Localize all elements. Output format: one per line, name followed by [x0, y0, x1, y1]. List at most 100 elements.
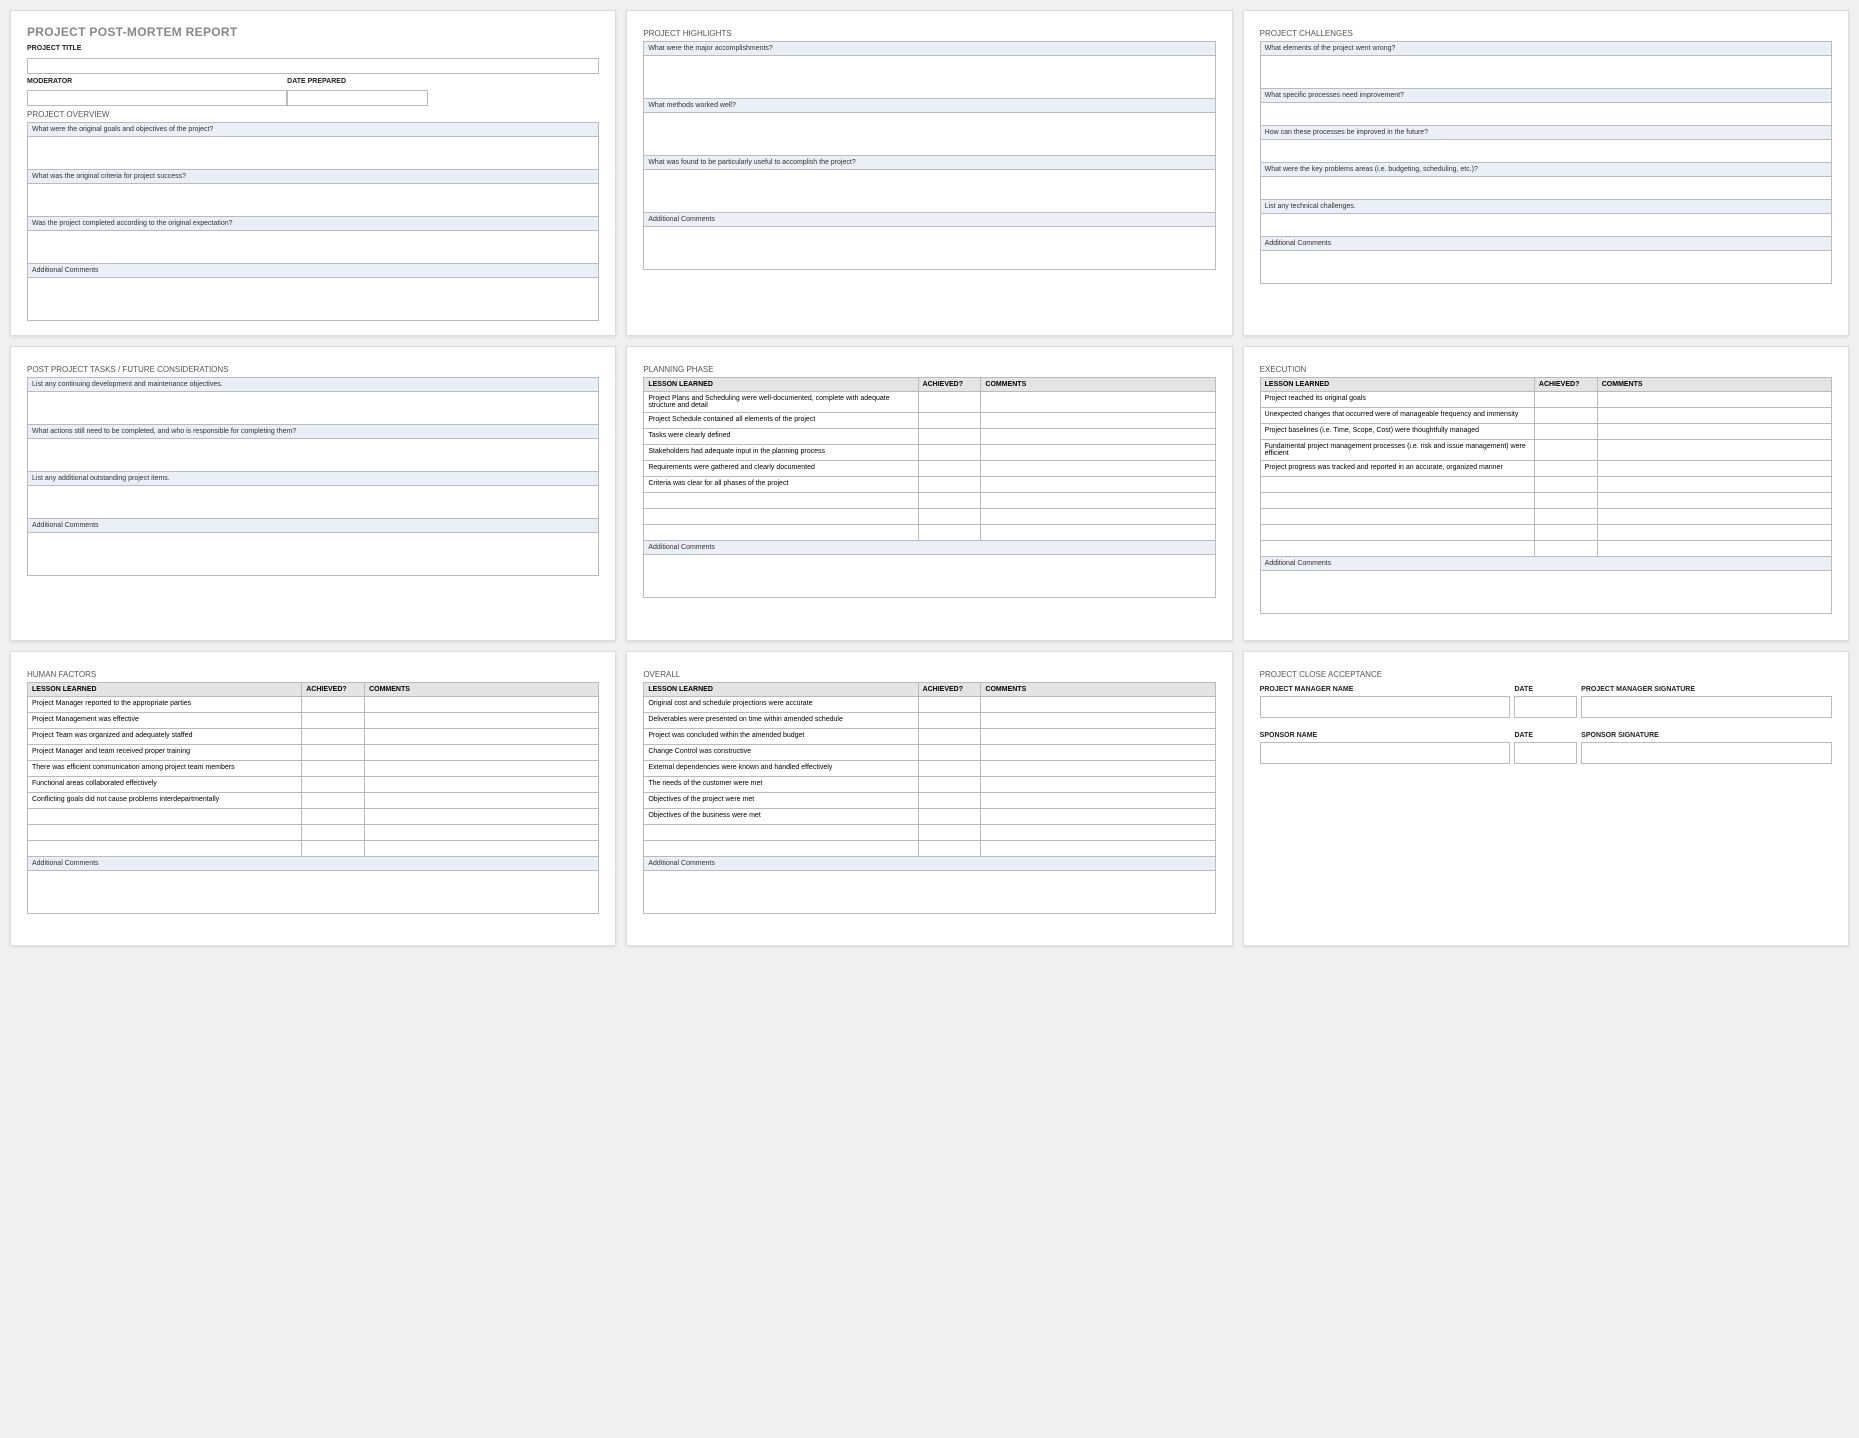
- highlights-a3[interactable]: [644, 170, 1214, 212]
- achieved-cell[interactable]: [1534, 493, 1597, 509]
- planning-comments[interactable]: [644, 555, 1214, 597]
- challenges-a1[interactable]: [1261, 56, 1831, 88]
- comments-cell[interactable]: [981, 493, 1215, 509]
- comments-cell[interactable]: [365, 793, 599, 809]
- project-title-input[interactable]: [27, 58, 599, 74]
- sponsor-sig-input[interactable]: [1581, 742, 1832, 764]
- sponsor-date-input[interactable]: [1514, 742, 1577, 764]
- achieved-cell[interactable]: [918, 729, 981, 745]
- highlights-a1[interactable]: [644, 56, 1214, 98]
- achieved-cell[interactable]: [918, 745, 981, 761]
- comments-cell[interactable]: [981, 825, 1215, 841]
- comments-cell[interactable]: [981, 392, 1215, 413]
- achieved-cell[interactable]: [302, 809, 365, 825]
- comments-cell[interactable]: [1597, 440, 1831, 461]
- comments-cell[interactable]: [981, 697, 1215, 713]
- comments-cell[interactable]: [1597, 509, 1831, 525]
- comments-cell[interactable]: [365, 697, 599, 713]
- overall-comments[interactable]: [644, 871, 1214, 913]
- comments-cell[interactable]: [365, 777, 599, 793]
- comments-cell[interactable]: [981, 445, 1215, 461]
- overview-a1[interactable]: [28, 137, 598, 169]
- challenges-a3[interactable]: [1261, 140, 1831, 162]
- achieved-cell[interactable]: [1534, 477, 1597, 493]
- achieved-cell[interactable]: [918, 809, 981, 825]
- comments-cell[interactable]: [1597, 493, 1831, 509]
- overview-a3[interactable]: [28, 231, 598, 263]
- pm-sig-input[interactable]: [1581, 696, 1832, 718]
- comments-cell[interactable]: [1597, 392, 1831, 408]
- achieved-cell[interactable]: [302, 761, 365, 777]
- achieved-cell[interactable]: [1534, 440, 1597, 461]
- comments-cell[interactable]: [365, 841, 599, 857]
- achieved-cell[interactable]: [918, 392, 981, 413]
- challenges-a5[interactable]: [1261, 214, 1831, 236]
- postproject-a3[interactable]: [28, 486, 598, 518]
- date-prepared-input[interactable]: [287, 90, 427, 106]
- comments-cell[interactable]: [365, 809, 599, 825]
- human-comments[interactable]: [28, 871, 598, 913]
- achieved-cell[interactable]: [302, 697, 365, 713]
- highlights-a2[interactable]: [644, 113, 1214, 155]
- challenges-a2[interactable]: [1261, 103, 1831, 125]
- achieved-cell[interactable]: [918, 525, 981, 541]
- achieved-cell[interactable]: [918, 461, 981, 477]
- comments-cell[interactable]: [981, 509, 1215, 525]
- comments-cell[interactable]: [365, 825, 599, 841]
- sponsor-name-input[interactable]: [1260, 742, 1511, 764]
- comments-cell[interactable]: [981, 809, 1215, 825]
- achieved-cell[interactable]: [302, 825, 365, 841]
- achieved-cell[interactable]: [918, 793, 981, 809]
- achieved-cell[interactable]: [302, 745, 365, 761]
- postproject-comments[interactable]: [28, 533, 598, 575]
- achieved-cell[interactable]: [1534, 525, 1597, 541]
- achieved-cell[interactable]: [1534, 461, 1597, 477]
- challenges-a4[interactable]: [1261, 177, 1831, 199]
- achieved-cell[interactable]: [918, 841, 981, 857]
- achieved-cell[interactable]: [918, 825, 981, 841]
- comments-cell[interactable]: [981, 761, 1215, 777]
- achieved-cell[interactable]: [302, 777, 365, 793]
- comments-cell[interactable]: [981, 793, 1215, 809]
- achieved-cell[interactable]: [918, 445, 981, 461]
- comments-cell[interactable]: [1597, 461, 1831, 477]
- achieved-cell[interactable]: [918, 509, 981, 525]
- comments-cell[interactable]: [1597, 477, 1831, 493]
- achieved-cell[interactable]: [918, 713, 981, 729]
- postproject-a1[interactable]: [28, 392, 598, 424]
- comments-cell[interactable]: [981, 525, 1215, 541]
- comments-cell[interactable]: [1597, 424, 1831, 440]
- achieved-cell[interactable]: [1534, 541, 1597, 557]
- comments-cell[interactable]: [981, 777, 1215, 793]
- comments-cell[interactable]: [365, 745, 599, 761]
- pm-date-input[interactable]: [1514, 696, 1577, 718]
- achieved-cell[interactable]: [302, 713, 365, 729]
- comments-cell[interactable]: [365, 729, 599, 745]
- challenges-comments[interactable]: [1261, 251, 1831, 283]
- pm-name-input[interactable]: [1260, 696, 1511, 718]
- comments-cell[interactable]: [981, 745, 1215, 761]
- comments-cell[interactable]: [981, 461, 1215, 477]
- achieved-cell[interactable]: [918, 761, 981, 777]
- comments-cell[interactable]: [981, 713, 1215, 729]
- achieved-cell[interactable]: [1534, 408, 1597, 424]
- achieved-cell[interactable]: [1534, 509, 1597, 525]
- comments-cell[interactable]: [365, 713, 599, 729]
- comments-cell[interactable]: [1597, 408, 1831, 424]
- comments-cell[interactable]: [1597, 541, 1831, 557]
- comments-cell[interactable]: [1597, 525, 1831, 541]
- achieved-cell[interactable]: [302, 841, 365, 857]
- overview-comments[interactable]: [28, 278, 598, 320]
- moderator-input[interactable]: [27, 90, 287, 106]
- execution-comments[interactable]: [1261, 571, 1831, 613]
- achieved-cell[interactable]: [302, 729, 365, 745]
- achieved-cell[interactable]: [918, 477, 981, 493]
- postproject-a2[interactable]: [28, 439, 598, 471]
- achieved-cell[interactable]: [918, 493, 981, 509]
- achieved-cell[interactable]: [918, 777, 981, 793]
- achieved-cell[interactable]: [918, 429, 981, 445]
- comments-cell[interactable]: [981, 413, 1215, 429]
- overview-a2[interactable]: [28, 184, 598, 216]
- achieved-cell[interactable]: [1534, 424, 1597, 440]
- achieved-cell[interactable]: [918, 697, 981, 713]
